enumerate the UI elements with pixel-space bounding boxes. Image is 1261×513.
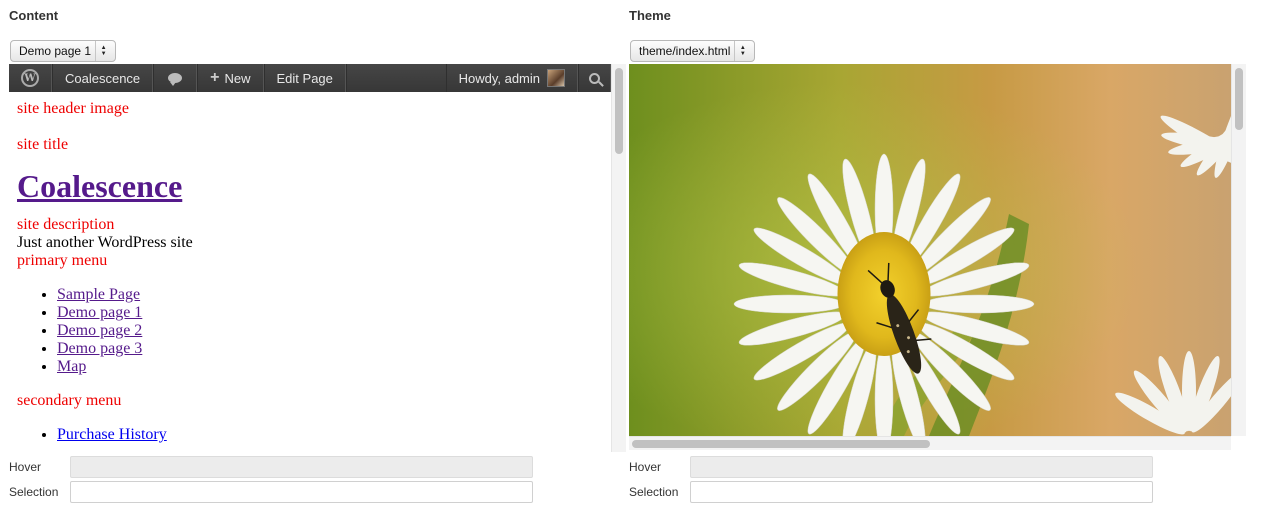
edit-page-button[interactable]: Edit Page <box>263 64 346 92</box>
selection-field[interactable] <box>690 481 1153 503</box>
site-description: Just another WordPress site <box>17 234 193 251</box>
avatar <box>547 69 565 87</box>
menu-link-sample-page[interactable]: Sample Page <box>57 286 140 303</box>
theme-hscroll-thumb[interactable] <box>632 440 930 448</box>
search-icon <box>589 72 600 84</box>
menu-item: Demo page 3 <box>57 340 607 358</box>
wordpress-logo-icon: W <box>21 69 39 87</box>
page-select[interactable]: Demo page 1 ▲ ▼ <box>10 40 116 62</box>
selection-field[interactable] <box>70 481 533 503</box>
hover-label: Hover <box>629 460 662 474</box>
secondary-menu-label: secondary menu <box>17 392 122 409</box>
site-description-label: site description <box>17 216 115 233</box>
theme-selection-row: Selection <box>629 481 1153 503</box>
menu-link-map[interactable]: Map <box>57 358 86 375</box>
content-body: site header image site title Coalescence… <box>17 92 607 452</box>
menu-item: Demo page 1 <box>57 304 607 322</box>
menu-link-purchase-history[interactable]: Purchase History <box>57 426 167 443</box>
up-down-arrows-icon: ▲ ▼ <box>734 41 750 61</box>
theme-vscroll-thumb[interactable] <box>1235 68 1243 130</box>
hover-field[interactable] <box>70 456 533 478</box>
theme-hover-row: Hover <box>629 456 1153 478</box>
edit-page-label: Edit Page <box>276 70 333 86</box>
account-menu[interactable]: Howdy, admin <box>445 64 578 92</box>
admin-bar-spacer <box>345 64 446 92</box>
site-name-label: Coalescence <box>65 70 141 86</box>
menu-item: Map <box>57 358 607 376</box>
menu-link-demo-page-3[interactable]: Demo page 3 <box>57 340 142 357</box>
site-title-link[interactable]: Coalescence <box>17 168 607 204</box>
menu-item: Sample Page <box>57 286 607 304</box>
header-flower-image <box>629 64 1231 436</box>
theme-file-select[interactable]: theme/index.html ▲ ▼ <box>630 40 755 62</box>
wp-logo-button[interactable]: W <box>9 64 52 92</box>
theme-vertical-scrollbar[interactable] <box>1231 64 1246 436</box>
content-preview-frame[interactable]: W Coalescence + New Edit Page Howdy, adm… <box>9 64 626 452</box>
content-hover-row: Hover <box>9 456 533 478</box>
plus-icon: + <box>210 69 220 86</box>
theme-panel-title: Theme <box>629 8 671 23</box>
primary-menu-label: primary menu <box>17 252 108 269</box>
theme-horizontal-scrollbar[interactable] <box>629 436 1231 450</box>
hover-field[interactable] <box>690 456 1153 478</box>
admin-bar-site-name[interactable]: Coalescence <box>52 64 154 92</box>
content-panel: Content Demo page 1 ▲ ▼ W Coalescence + N… <box>0 0 626 513</box>
primary-menu: Sample Page Demo page 1 Demo page 2 Demo… <box>57 286 607 376</box>
wp-admin-bar: W Coalescence + New Edit Page Howdy, adm… <box>9 64 611 92</box>
theme-preview-frame[interactable] <box>629 64 1231 436</box>
content-panel-title: Content <box>9 8 59 23</box>
selection-label: Selection <box>629 485 679 499</box>
theme-panel: Theme theme/index.html ▲ ▼ Hover Selecti… <box>620 0 1261 513</box>
howdy-label: Howdy, admin <box>458 70 540 86</box>
theme-file-select-value: theme/index.html <box>639 44 731 58</box>
page-select-value: Demo page 1 <box>19 44 92 58</box>
comment-bubble-icon <box>168 73 183 86</box>
new-label: New <box>224 70 251 86</box>
hover-label: Hover <box>9 460 42 474</box>
comments-button[interactable] <box>153 64 198 92</box>
site-title-label: site title <box>17 136 69 153</box>
secondary-menu: Purchase History <box>57 426 607 444</box>
site-header-image-label: site header image <box>17 100 129 117</box>
menu-link-demo-page-1[interactable]: Demo page 1 <box>57 304 142 321</box>
up-down-arrows-icon: ▲ ▼ <box>95 41 111 61</box>
new-content-button[interactable]: + New <box>197 64 264 92</box>
admin-search-button[interactable] <box>578 64 611 92</box>
menu-link-demo-page-2[interactable]: Demo page 2 <box>57 322 142 339</box>
menu-item: Demo page 2 <box>57 322 607 340</box>
selection-label: Selection <box>9 485 59 499</box>
menu-item: Purchase History <box>57 426 607 444</box>
content-selection-row: Selection <box>9 481 533 503</box>
